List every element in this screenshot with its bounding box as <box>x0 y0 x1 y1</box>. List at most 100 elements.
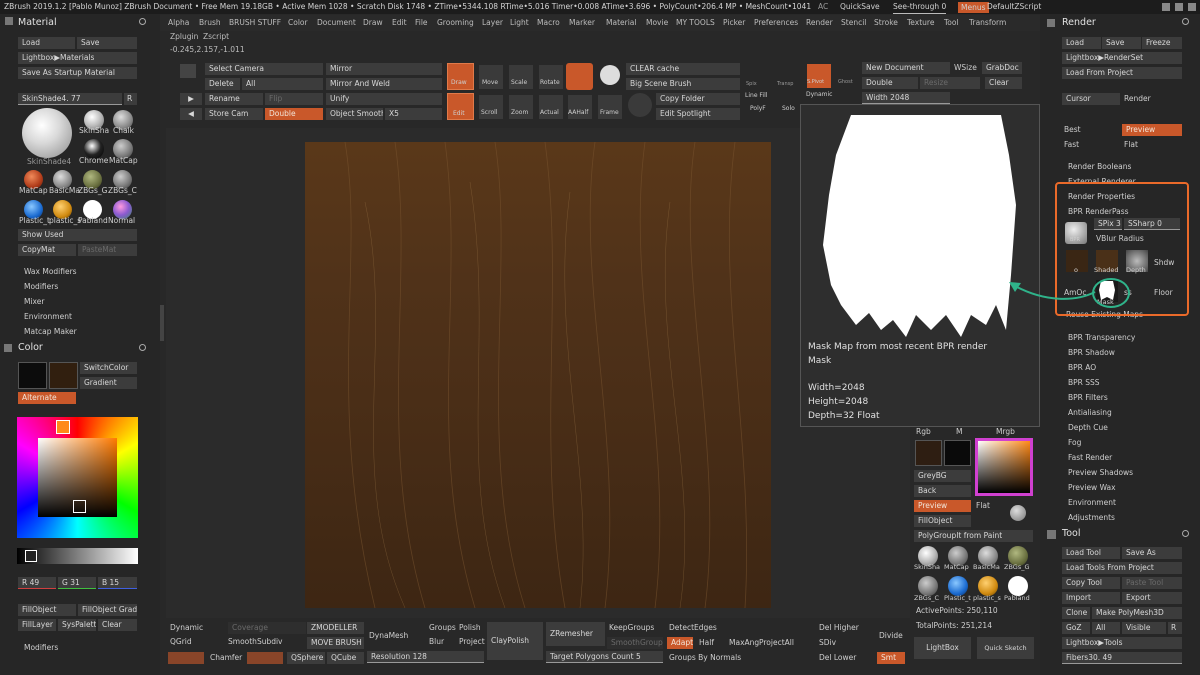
rgb-button[interactable]: Rgb <box>916 426 931 438</box>
double-button[interactable]: Double <box>265 108 323 120</box>
tool-secondary-color-swatch[interactable] <box>944 440 971 466</box>
bpr-shadow-section[interactable]: BPR Shadow <box>1068 347 1115 359</box>
load-from-project-button[interactable]: Load From Project <box>1062 67 1182 79</box>
sdiv-slider[interactable]: SDiv <box>819 637 836 649</box>
clear-color-button[interactable]: Clear <box>98 619 137 631</box>
menu-marker[interactable]: Marker <box>569 18 595 27</box>
paste-tool-button[interactable]: Paste Tool <box>1122 577 1182 589</box>
document-canvas[interactable] <box>305 141 771 609</box>
menu-light[interactable]: Light <box>510 18 529 27</box>
palette-grip-icon[interactable] <box>1047 19 1055 27</box>
palette-grip-icon[interactable] <box>5 17 13 25</box>
polygroupit-button[interactable]: PolyGroupIt from Paint <box>914 530 1033 542</box>
object-smooth-button[interactable]: Object Smooth <box>326 108 383 120</box>
dynamic-subdiv-button[interactable]: Dynamic <box>170 622 203 634</box>
new-document-button[interactable]: New Document <box>862 62 950 74</box>
back-arrow-icon[interactable]: ◀ <box>180 108 202 120</box>
zmodeller-button[interactable]: ZMODELLER <box>307 622 364 634</box>
menu-document[interactable]: Document <box>317 18 356 27</box>
menu-tool[interactable]: Tool <box>944 18 959 27</box>
delete-all-button[interactable]: All <box>242 78 323 90</box>
menu-my-tools[interactable]: MY TOOLS <box>676 18 715 27</box>
bottom-toggle-button[interactable] <box>247 652 283 664</box>
adapt-button[interactable]: Adapt <box>667 637 693 649</box>
divide-button[interactable]: Divide <box>879 630 903 642</box>
save-startup-material-button[interactable]: Save As Startup Material <box>18 67 137 79</box>
transp-label[interactable]: Transp <box>777 78 793 90</box>
big-scene-brush-button[interactable]: Big Scene Brush <box>626 78 740 90</box>
blue-channel-slider[interactable]: B 15 <box>98 577 137 589</box>
fast-render-button[interactable]: Fast <box>1064 139 1079 151</box>
color-modifiers-section[interactable]: Modifiers <box>24 642 58 654</box>
secondary-color-swatch[interactable] <box>49 362 78 389</box>
color-mode-button[interactable] <box>566 63 593 90</box>
render-preview-button[interactable]: Preview <box>914 500 971 512</box>
menus-toggle[interactable]: Menus <box>958 2 989 13</box>
syspalette-button[interactable]: SysPalette <box>58 619 96 631</box>
maximize-icon[interactable] <box>1175 3 1183 11</box>
mixer-section[interactable]: Mixer <box>24 296 44 308</box>
palette-dock-icon[interactable] <box>1182 530 1189 537</box>
load-tool-button[interactable]: Load Tool <box>1062 547 1120 559</box>
document-clear-button[interactable]: Clear <box>985 77 1022 89</box>
menu-brush[interactable]: Brush <box>199 18 221 27</box>
red-channel-slider[interactable]: R 49 <box>18 577 56 589</box>
store-cam-button[interactable]: Store Cam <box>205 108 263 120</box>
goz-button[interactable]: GoZ <box>1062 622 1090 634</box>
pastemat-button[interactable]: PasteMat <box>78 244 137 256</box>
resize-button[interactable]: Resize <box>920 77 980 89</box>
menu-zplugin[interactable]: Zplugin <box>170 31 198 43</box>
menu-stroke[interactable]: Stroke <box>874 18 898 27</box>
rename-button[interactable]: Rename <box>205 93 263 105</box>
tool-r-button[interactable]: R <box>1168 622 1182 634</box>
menu-movie[interactable]: Movie <box>646 18 668 27</box>
preview-shadows-section[interactable]: Preview Shadows <box>1068 467 1133 479</box>
del-higher-button[interactable]: Del Higher <box>819 622 859 634</box>
bpr-ao-section[interactable]: BPR AO <box>1068 362 1096 374</box>
menu-render[interactable]: Render <box>806 18 833 27</box>
fillobject-mid-button[interactable]: FillObject <box>914 515 971 527</box>
polyf-label[interactable]: PolyF <box>750 103 766 115</box>
lock-icon[interactable] <box>180 64 196 78</box>
menu-alpha[interactable]: Alpha <box>168 18 189 27</box>
detectedges-button[interactable]: DetectEdges <box>669 622 717 634</box>
goz-all-button[interactable]: All <box>1092 622 1120 634</box>
freeze-button[interactable]: Freeze <box>1142 37 1182 49</box>
smoothgroups-slider[interactable]: SmoothGroups <box>607 637 663 649</box>
linefill-label[interactable]: Line Fill <box>745 90 767 102</box>
tool-color-picker[interactable] <box>975 438 1033 496</box>
current-material-slider[interactable]: SkinShade4. 77 <box>18 93 122 105</box>
project-button[interactable]: Project <box>459 636 485 648</box>
play-icon[interactable]: ▶ <box>180 93 202 105</box>
main-color-swatch[interactable] <box>18 362 47 389</box>
import-button[interactable]: Import <box>1062 592 1120 604</box>
zremesher-button[interactable]: ZRemesher <box>546 622 605 646</box>
export-button[interactable]: Export <box>1122 592 1182 604</box>
move-brush-button[interactable]: MOVE BRUSH <box>307 637 364 649</box>
fog-section[interactable]: Fog <box>1068 437 1081 449</box>
render-flat-button[interactable]: Flat <box>976 500 990 512</box>
groups-by-normals-button[interactable]: Groups By Normals <box>669 652 741 664</box>
make-polymesh3d-button[interactable]: Make PolyMesh3D <box>1092 607 1182 619</box>
palette-dock-icon[interactable] <box>1182 18 1189 25</box>
floor-toggle-icon[interactable] <box>1010 505 1026 521</box>
alternate-button[interactable]: Alternate <box>18 392 76 404</box>
render-booleans-section[interactable]: Render Booleans <box>1068 161 1131 173</box>
flat-render-button[interactable]: Flat <box>1124 139 1138 151</box>
fillobject-grad-button[interactable]: FillObject Grad <box>78 604 137 616</box>
qcube-button[interactable]: QCube <box>327 652 364 664</box>
fillobject-button[interactable]: FillObject <box>18 604 76 616</box>
greybg-button[interactable]: GreyBG <box>914 470 971 482</box>
render-cursor-button[interactable]: Cursor <box>1062 93 1120 105</box>
document-width-slider[interactable]: Width 2048 <box>862 92 950 104</box>
select-camera-button[interactable]: Select Camera <box>205 63 323 75</box>
quick-sketch-button[interactable]: Quick Sketch <box>977 637 1034 659</box>
bpr-transparency-section[interactable]: BPR Transparency <box>1068 332 1135 344</box>
groups-button[interactable]: Groups <box>429 622 456 634</box>
mirror-button[interactable]: Mirror <box>326 63 442 75</box>
save-as-button[interactable]: Save As <box>1122 547 1182 559</box>
lightbox-tools-button[interactable]: Lightbox▶Tools <box>1062 637 1182 649</box>
ghost-label[interactable]: Ghost <box>838 76 853 88</box>
grabdoc-button[interactable]: GrabDoc <box>982 62 1022 74</box>
menu-edit[interactable]: Edit <box>392 18 407 27</box>
